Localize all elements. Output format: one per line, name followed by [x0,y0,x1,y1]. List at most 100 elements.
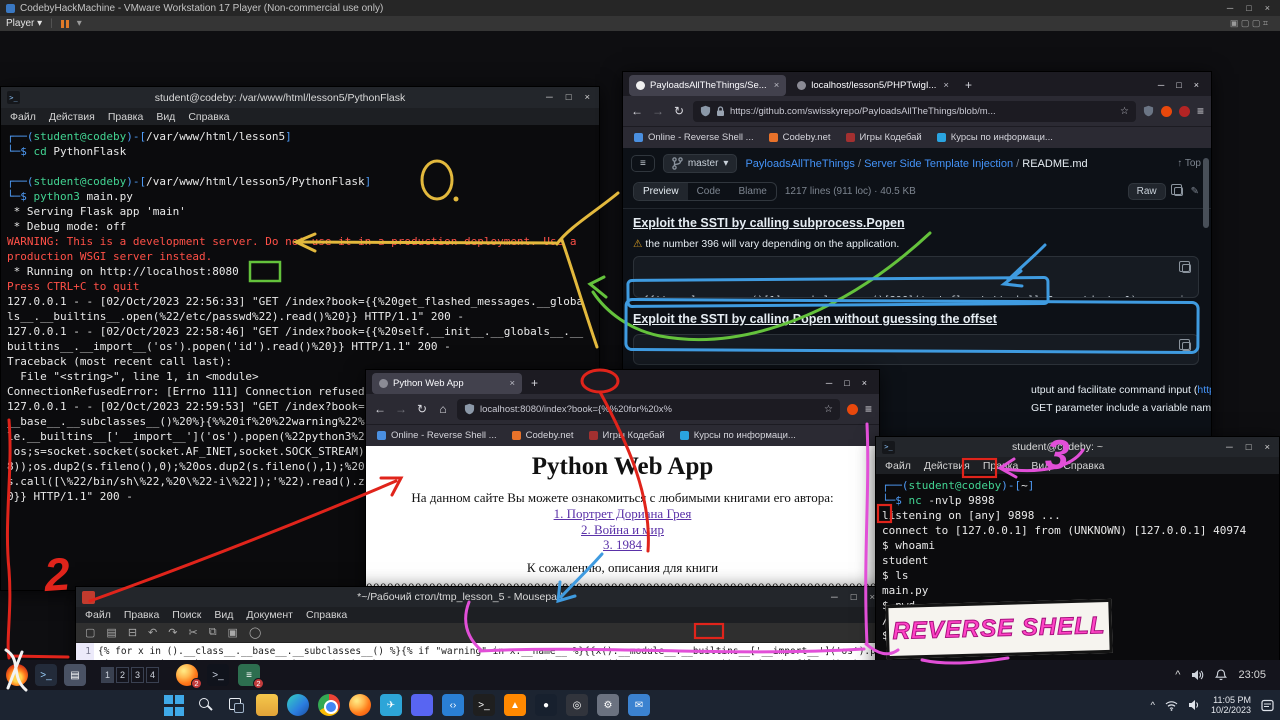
copy-icon[interactable]: ⧉ [209,626,217,639]
new-file-icon[interactable]: ▢ [85,626,95,639]
paste-icon[interactable]: ▣ [228,626,238,639]
ssti-heading-2[interactable]: Exploit the SSTI by calling Popen withou… [633,312,997,326]
bookmark-item[interactable]: Codeby.net [512,430,574,441]
task-view-icon[interactable] [225,694,247,716]
book-link-2[interactable]: 2. Война и мир [366,522,879,538]
menu-item[interactable]: Файл [885,460,911,472]
raw-button[interactable]: Raw [1128,183,1166,200]
vmware-close-button[interactable]: × [1265,3,1270,13]
menu-item[interactable]: Файл [85,609,111,621]
host-clock[interactable]: 11:05 PM 10/2/2023 [1211,695,1251,715]
copy-raw-icon[interactable] [1174,187,1183,196]
terminal-launcher-icon[interactable]: >_ [35,664,57,686]
firefox-icon[interactable] [349,694,371,716]
edit-pencil-icon[interactable]: ✎ [1191,186,1199,197]
minimize-button[interactable]: ─ [546,92,553,103]
tab-payloadsallthethings[interactable]: PayloadsAllTheThings/Se... × [629,75,786,96]
bookmark-item[interactable]: Codeby.net [769,132,831,143]
volume-icon[interactable] [1191,669,1204,681]
file-view-tabs[interactable]: Preview Code Blame [633,182,777,201]
obs-icon[interactable]: ◎ [566,694,588,716]
tray-expand-icon[interactable]: ^ [1150,700,1154,711]
bookmark-star-icon[interactable]: ☆ [1120,106,1129,117]
minimize-button[interactable]: ─ [1226,442,1233,453]
new-tab-button[interactable]: + [960,78,977,92]
discord-icon[interactable] [411,694,433,716]
menu-item[interactable]: Файл [10,111,36,123]
shield-permissions-icon[interactable] [1143,105,1154,117]
minimize-button[interactable]: ─ [831,592,838,603]
menu-item[interactable]: Действия [924,460,970,472]
tab-code[interactable]: Code [688,183,730,200]
open-file-icon[interactable]: ▤ [106,626,116,639]
extension-icon[interactable] [847,404,858,415]
branch-selector[interactable]: master ▾ [663,154,738,173]
file-manager-icon[interactable]: ▤ [64,664,86,686]
top-link[interactable]: ↑ Top [1177,158,1201,169]
settings-icon[interactable]: ⚙ [597,694,619,716]
edge-icon[interactable] [287,694,309,716]
search-icon[interactable] [194,694,216,716]
bookmark-item[interactable]: Игры Кодебай [589,430,665,441]
tab-close-icon[interactable]: × [774,80,780,91]
terminal-running-icon[interactable]: >_ [207,664,229,686]
sidebar-toggle-icon[interactable]: ≡ [631,155,655,172]
mail-icon[interactable]: ✉ [628,694,650,716]
mousepad-body[interactable]: 1 {% for x in ().__class__.__base__.__su… [76,643,884,660]
undo-icon[interactable]: ↶ [148,626,157,639]
back-icon[interactable]: ← [373,402,387,416]
vmware-device-icons[interactable]: ▣ ▢ ▢ ⌗ [1230,18,1274,29]
copy-code-icon[interactable] [1182,264,1191,273]
close-button[interactable]: × [1264,442,1270,453]
url-bar[interactable]: https://github.com/swisskyrepo/PayloadsA… [693,101,1136,122]
cut-icon[interactable]: ✂ [188,626,197,639]
file-explorer-icon[interactable] [256,694,278,716]
menu-item[interactable]: Действия [49,111,95,123]
code-block-subprocess[interactable]: {{''.__class__.mro()[1].__subclasses__()… [633,256,1199,298]
mousepad-titlebar[interactable]: *~/Рабочий стол/tmp_lesson_5 - Mousepad … [76,587,884,607]
tab-blame[interactable]: Blame [729,183,775,200]
bookmark-item[interactable]: Игры Кодебай [846,132,922,143]
forward-icon[interactable]: → [651,104,665,118]
menu-item[interactable]: Документ [246,609,293,621]
minimize-button[interactable]: ─ [1158,80,1164,90]
close-button[interactable]: × [1194,80,1199,90]
maximize-button[interactable]: □ [851,592,857,603]
maximize-button[interactable]: □ [566,92,572,103]
workspace-1[interactable]: 1 [101,667,114,683]
terminal2-titlebar[interactable]: >_ student@codeby: ~ ─ □ × [876,437,1279,457]
terminal1-titlebar[interactable]: >_ student@codeby: /var/www/html/lesson5… [1,87,599,108]
tab-close-icon[interactable]: × [943,80,949,91]
menu-item[interactable]: Справка [188,111,229,123]
bookmark-item[interactable]: Online - Reverse Shell ... [377,430,497,441]
start-button[interactable] [163,694,185,716]
menu-item[interactable]: Вид [1031,460,1050,472]
kali-menu-icon[interactable] [6,664,28,686]
new-tab-button[interactable]: + [526,376,543,390]
menu-hamburger-icon[interactable]: ≡ [1197,104,1204,118]
bookmark-item[interactable]: Online - Reverse Shell ... [634,132,754,143]
notification-center-icon[interactable] [1261,699,1274,712]
menu-item[interactable]: Справка [1063,460,1104,472]
breadcrumb-folder[interactable]: Server Side Template Injection [864,158,1013,170]
tab-python-web-app[interactable]: Python Web App × [372,373,522,394]
maximize-button[interactable]: □ [1246,442,1252,453]
twitter-link[interactable]: https://twitter.com/SecGus [1197,384,1211,396]
workspace-4[interactable]: 4 [146,667,159,683]
vmware-player-menu[interactable]: Player ▾ [6,18,42,29]
breadcrumb-repo[interactable]: PayloadsAllTheThings [745,158,854,170]
refresh-icon[interactable]: ↻ [415,402,429,416]
maximize-button[interactable]: □ [1176,80,1181,90]
ssti-heading-1[interactable]: Exploit the SSTI by calling subprocess.P… [633,216,905,230]
vm-suspend-icon[interactable] [61,20,69,28]
vmware-maximize-button[interactable]: □ [1246,3,1251,13]
menu-item[interactable]: Правка [983,460,1018,472]
book-link-3[interactable]: 3. 1984 [366,537,879,553]
chrome-icon[interactable] [318,694,340,716]
bookmark-item[interactable]: Курсы по информаци... [680,430,796,441]
menu-item[interactable]: Правка [108,111,143,123]
find-icon[interactable]: ◯ [249,626,261,639]
tab-preview[interactable]: Preview [634,183,688,200]
menu-item[interactable]: Вид [156,111,175,123]
workspace-switcher[interactable]: 1234 [101,667,161,683]
